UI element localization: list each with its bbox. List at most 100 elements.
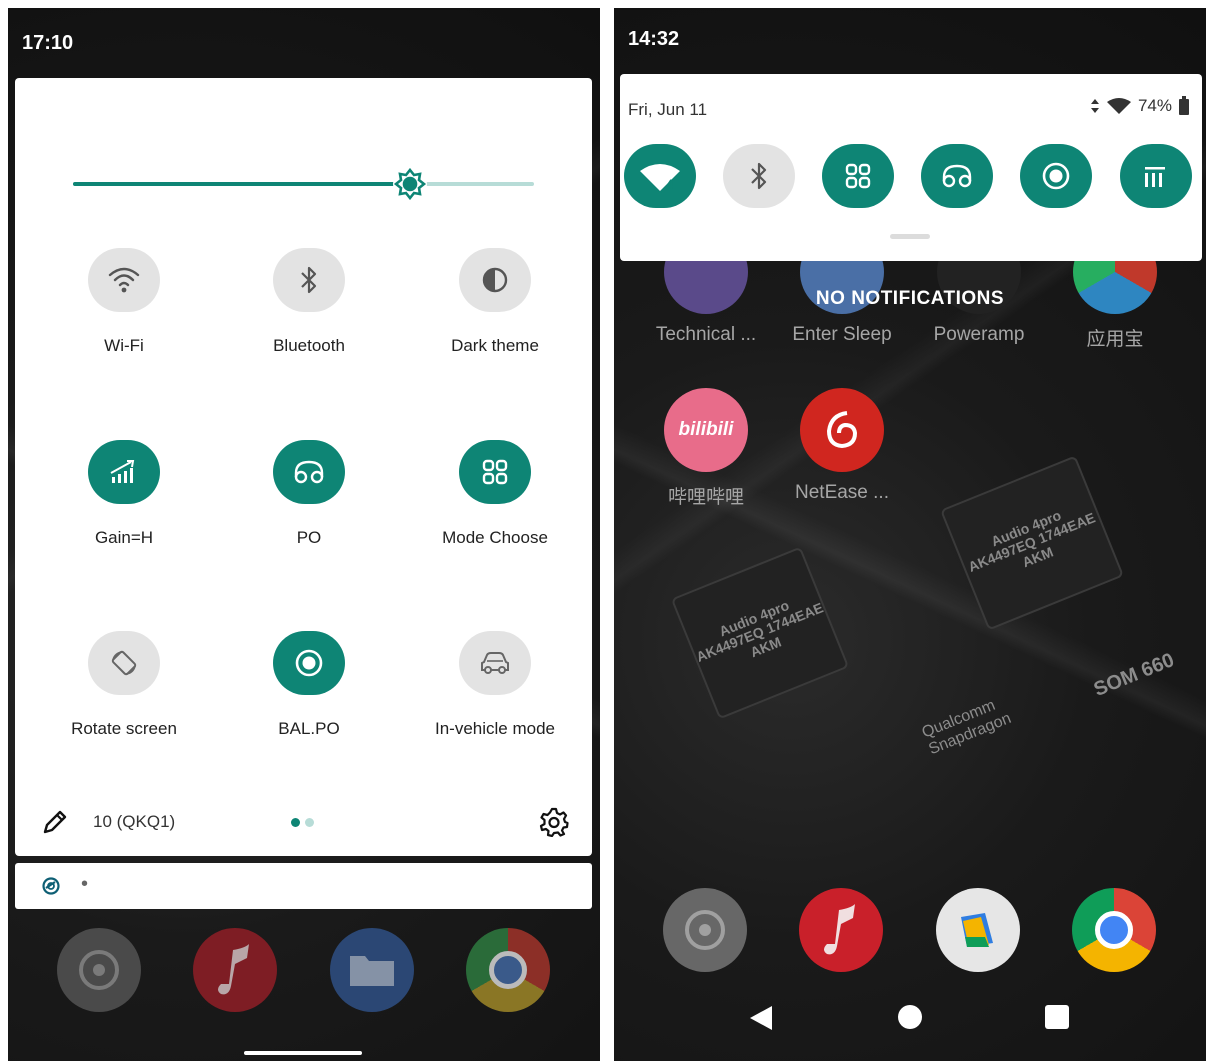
brightness-slider-fill xyxy=(73,182,410,186)
wifi-badge-text: 4 xyxy=(666,176,674,192)
gain-icon xyxy=(1145,167,1165,187)
dock-settings-app-icon[interactable] xyxy=(57,928,141,1012)
shade-date: Fri, Jun 11 xyxy=(628,100,708,119)
brightness-icon[interactable] xyxy=(392,166,428,202)
build-number: 10 (QKQ1) xyxy=(93,812,176,831)
tile-wifi-button[interactable] xyxy=(88,248,160,312)
settings-app-icon xyxy=(79,950,119,990)
bilibili-app-icon-text: bilibili xyxy=(678,419,734,440)
car-icon xyxy=(481,652,509,674)
notification-strip[interactable]: • xyxy=(15,863,592,909)
app-bilibili-label: 哔哩哔哩 xyxy=(667,487,744,508)
tile-po[interactable]: PO xyxy=(214,440,404,548)
bluetooth-icon xyxy=(301,266,317,294)
tile-gain[interactable]: Gain=H xyxy=(29,440,219,548)
app-poweramp-label: Poweramp xyxy=(933,324,1025,345)
notification-bullet: • xyxy=(81,873,89,895)
settings-app-icon xyxy=(685,910,725,950)
tile-rotate-screen[interactable]: Rotate screen xyxy=(29,631,219,739)
dock-chrome-app-icon[interactable] xyxy=(1072,888,1156,972)
shade-drag-handle[interactable] xyxy=(890,234,930,239)
tile-in-vehicle-mode-button[interactable] xyxy=(459,631,531,695)
app-technical-label: Technical ... xyxy=(655,324,757,345)
page-dot xyxy=(305,818,314,827)
target-icon xyxy=(1042,162,1070,190)
tile-po-button[interactable] xyxy=(273,440,345,504)
left-phone-screen: 17:10 Wi-Fi Bluetooth Dark theme Gain=H … xyxy=(8,8,600,1061)
no-notifications-text: NO NOTIFICATIONS xyxy=(815,288,1005,309)
wifi-icon: 4 xyxy=(640,164,680,192)
tile-in-vehicle-mode-label: In-vehicle mode xyxy=(434,719,555,738)
dock-music-app-icon[interactable] xyxy=(799,888,883,972)
tile-bal-po-label: BAL.PO xyxy=(278,719,340,738)
dock-files-app-icon[interactable] xyxy=(330,928,414,1012)
gear-icon[interactable] xyxy=(539,807,569,837)
netease-music-icon xyxy=(826,411,858,449)
page-indicator xyxy=(291,818,314,827)
tile-dark-theme-button[interactable] xyxy=(459,248,531,312)
dock-files-app-icon[interactable] xyxy=(936,888,1020,972)
tile-dark-theme[interactable]: Dark theme xyxy=(400,248,590,356)
app-enter-sleep-label: Enter Sleep xyxy=(792,324,892,345)
shade-status-icons: 74% xyxy=(1090,96,1190,116)
bilibili-app-icon: bilibili xyxy=(664,388,748,472)
quick-settings-panel: Wi-Fi Bluetooth Dark theme Gain=H PO Mod… xyxy=(15,78,592,856)
bluetooth-icon xyxy=(751,162,767,190)
dock-settings-app-icon[interactable] xyxy=(663,888,747,972)
shade-tile-mode-choose[interactable] xyxy=(822,144,894,208)
rotate-icon xyxy=(111,650,137,676)
dock-chrome-app-icon[interactable] xyxy=(466,928,550,1012)
app-netease[interactable]: NetEase ... xyxy=(777,388,907,504)
tile-wifi[interactable]: Wi-Fi xyxy=(29,248,219,356)
battery-percent: 74% xyxy=(1137,96,1172,115)
tile-wifi-label: Wi-Fi xyxy=(104,336,144,355)
tile-in-vehicle-mode[interactable]: In-vehicle mode xyxy=(400,631,590,739)
shade-tile-bluetooth[interactable] xyxy=(723,144,795,208)
tile-rotate-screen-button[interactable] xyxy=(88,631,160,695)
tile-dark-theme-label: Dark theme xyxy=(451,336,539,355)
music-note-icon xyxy=(824,904,855,955)
back-icon[interactable] xyxy=(748,1004,774,1032)
app-bilibili[interactable]: bilibili 哔哩哔哩 xyxy=(641,388,771,509)
app-yingyongbao-label: 应用宝 xyxy=(1086,329,1144,350)
tile-mode-choose-button[interactable] xyxy=(459,440,531,504)
tile-bluetooth-label: Bluetooth xyxy=(273,336,345,355)
netease-app-icon xyxy=(800,388,884,472)
right-phone-screen: Audio 4pro AK4497EQ 1744EAE AKM Audio 4p… xyxy=(614,8,1206,1061)
gain-icon xyxy=(110,460,135,483)
chrome-icon xyxy=(1095,911,1133,949)
gesture-navigation-bar[interactable] xyxy=(244,1051,362,1055)
home-icon[interactable] xyxy=(897,1004,923,1030)
page-dot-active xyxy=(291,818,300,827)
battery-icon xyxy=(1179,96,1189,115)
tile-bluetooth[interactable]: Bluetooth xyxy=(214,248,404,356)
target-icon xyxy=(295,649,323,677)
tile-bal-po-button[interactable] xyxy=(273,631,345,695)
grid-icon xyxy=(482,459,508,485)
tile-mode-choose-label: Mode Choose xyxy=(442,528,548,547)
tile-gain-button[interactable] xyxy=(88,440,160,504)
files-icon xyxy=(961,913,993,947)
shade-tile-gain[interactable] xyxy=(1120,144,1192,208)
folder-icon xyxy=(350,956,394,986)
dock-music-app-icon[interactable] xyxy=(193,928,277,1012)
tile-po-label: PO xyxy=(296,528,322,547)
shade-tile-bal-po[interactable] xyxy=(1020,144,1092,208)
wifi-signal-icon xyxy=(1106,98,1131,114)
headphones-icon xyxy=(942,164,972,188)
tile-bal-po[interactable]: BAL.PO xyxy=(214,631,404,739)
shade-tile-wifi[interactable]: 4 xyxy=(624,144,696,208)
shade-tile-po[interactable] xyxy=(921,144,993,208)
tile-bluetooth-button[interactable] xyxy=(273,248,345,312)
wifi-icon xyxy=(108,267,140,293)
recents-icon[interactable] xyxy=(1044,1004,1070,1030)
tile-rotate-screen-label: Rotate screen xyxy=(71,719,177,738)
edit-pencil-icon[interactable] xyxy=(41,808,69,836)
data-arrows-icon xyxy=(1090,99,1099,113)
app-netease-label: NetEase ... xyxy=(795,482,889,503)
tile-mode-choose[interactable]: Mode Choose xyxy=(400,440,590,548)
grid-icon xyxy=(845,163,871,189)
tile-gain-label: Gain=H xyxy=(94,528,154,547)
brightness-slider[interactable] xyxy=(73,167,534,201)
chrome-icon xyxy=(489,951,527,989)
